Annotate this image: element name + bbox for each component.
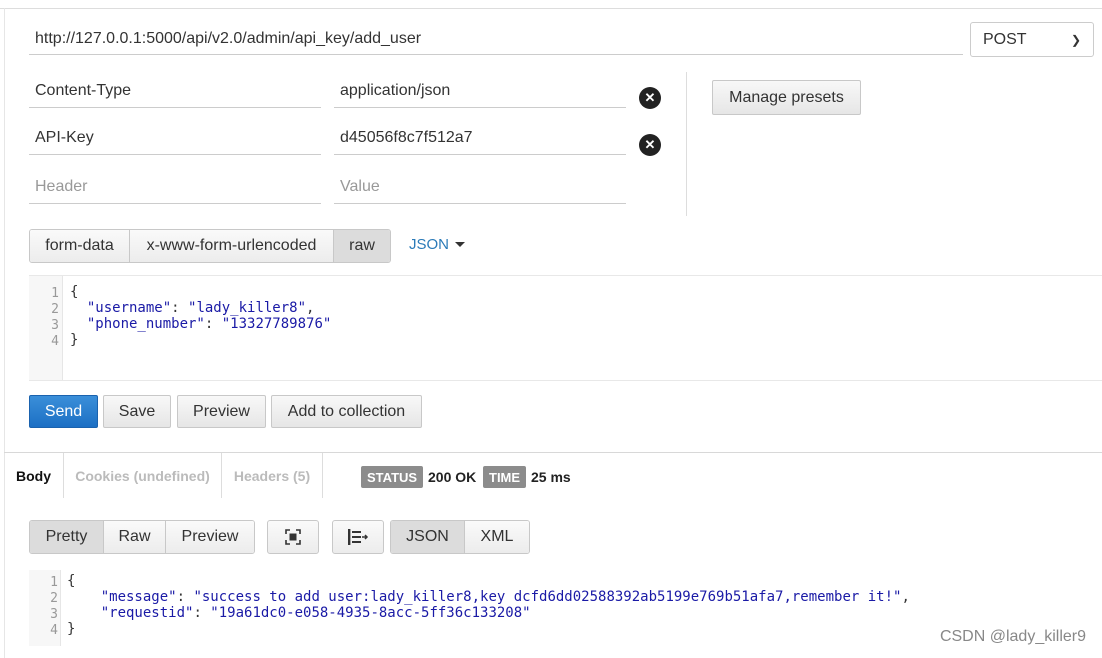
code-line: "phone_number": "13327789876" bbox=[86, 316, 332, 332]
header-key-field[interactable] bbox=[29, 74, 321, 108]
new-header-key-field[interactable] bbox=[29, 170, 321, 204]
manage-presets-button[interactable]: Manage presets bbox=[712, 80, 861, 115]
header-key-field[interactable] bbox=[29, 121, 321, 155]
brace: } bbox=[70, 332, 79, 348]
json-value: "lady_killer8" bbox=[188, 300, 307, 316]
remove-header-icon[interactable]: ✕ bbox=[639, 134, 661, 156]
json-key: "phone_number" bbox=[86, 316, 205, 332]
tab-json[interactable]: JSON bbox=[391, 521, 465, 553]
wrap-lines-icon bbox=[348, 529, 369, 545]
save-button[interactable]: Save bbox=[103, 395, 171, 428]
line-number: 3 bbox=[50, 607, 58, 622]
tab-raw[interactable]: raw bbox=[334, 230, 390, 262]
line-number: 4 bbox=[51, 334, 59, 349]
chevron-down-icon: ❯ bbox=[1070, 32, 1081, 47]
status-value: 200 OK bbox=[428, 469, 477, 485]
send-button[interactable]: Send bbox=[29, 395, 98, 428]
top-divider bbox=[0, 8, 1102, 9]
watermark: CSDN @lady_killer9 bbox=[939, 628, 1086, 645]
wrap-lines-button[interactable] bbox=[332, 520, 384, 554]
code-line: { bbox=[70, 284, 78, 301]
code-line: } bbox=[70, 332, 78, 349]
fullscreen-icon bbox=[285, 529, 301, 545]
time-badge: TIME bbox=[483, 466, 527, 488]
header-value-field[interactable] bbox=[334, 121, 626, 155]
raw-type-dropdown[interactable]: JSON bbox=[409, 236, 466, 253]
brace: { bbox=[70, 284, 79, 300]
request-body-editor[interactable]: 1 2 3 4 { "username": "lady_killer8", "p… bbox=[29, 275, 1102, 381]
tab-form-data[interactable]: form-data bbox=[30, 230, 130, 262]
line-number: 2 bbox=[50, 591, 58, 606]
code-line: { bbox=[67, 573, 75, 590]
code-line: } bbox=[67, 621, 75, 638]
brace: } bbox=[67, 621, 76, 637]
tab-headers[interactable]: Headers (5) bbox=[222, 453, 323, 498]
response-view-tabs: Pretty Raw Preview bbox=[29, 520, 255, 554]
tab-preview-view[interactable]: Preview bbox=[166, 521, 254, 553]
code-line: "username": "lady_killer8", bbox=[86, 300, 315, 316]
json-key: "username" bbox=[86, 300, 172, 316]
line-number: 3 bbox=[51, 318, 59, 333]
remove-header-icon[interactable]: ✕ bbox=[639, 87, 661, 109]
url-input[interactable] bbox=[29, 23, 963, 55]
tab-raw-view[interactable]: Raw bbox=[104, 521, 166, 553]
line-number: 4 bbox=[50, 623, 58, 638]
caret-down-icon bbox=[455, 242, 466, 247]
tab-x-www-form-urlencoded[interactable]: x-www-form-urlencoded bbox=[130, 230, 334, 262]
preview-button[interactable]: Preview bbox=[177, 395, 266, 428]
vertical-divider bbox=[686, 72, 687, 216]
status-badge: STATUS bbox=[361, 466, 424, 488]
body-mode-tabs: form-data x-www-form-urlencoded raw bbox=[29, 229, 391, 263]
method-select[interactable]: POST ❯ bbox=[970, 22, 1094, 57]
response-format-tabs: JSON XML bbox=[390, 520, 530, 554]
tab-pretty[interactable]: Pretty bbox=[30, 521, 104, 553]
tab-body[interactable]: Body bbox=[4, 453, 64, 498]
brace: { bbox=[67, 573, 76, 589]
tab-cookies[interactable]: Cookies (undefined) bbox=[64, 453, 222, 498]
raw-type-label: JSON bbox=[409, 236, 450, 253]
json-value: "success to add user:lady_killer8,key dc… bbox=[193, 589, 902, 605]
new-header-value-field[interactable] bbox=[334, 170, 626, 204]
json-key: "requestid" bbox=[100, 605, 194, 621]
code-line: "message": "success to add user:lady_kil… bbox=[100, 589, 910, 605]
json-key: "message" bbox=[100, 589, 177, 605]
add-to-collection-button[interactable]: Add to collection bbox=[271, 395, 422, 428]
json-value: "13327789876" bbox=[221, 316, 332, 332]
line-number: 1 bbox=[51, 286, 59, 301]
code-line: "requestid": "19a61dc0-e058-4935-8acc-5f… bbox=[100, 605, 531, 621]
line-number: 1 bbox=[50, 575, 58, 590]
time-value: 25 ms bbox=[531, 469, 571, 485]
method-value: POST bbox=[983, 30, 1027, 48]
fullscreen-button[interactable] bbox=[267, 520, 319, 554]
json-value: "19a61dc0-e058-4935-8acc-5ff36c133208" bbox=[210, 605, 531, 621]
header-value-field[interactable] bbox=[334, 74, 626, 108]
line-number: 2 bbox=[51, 302, 59, 317]
left-border bbox=[4, 8, 5, 658]
tab-xml[interactable]: XML bbox=[465, 521, 529, 553]
